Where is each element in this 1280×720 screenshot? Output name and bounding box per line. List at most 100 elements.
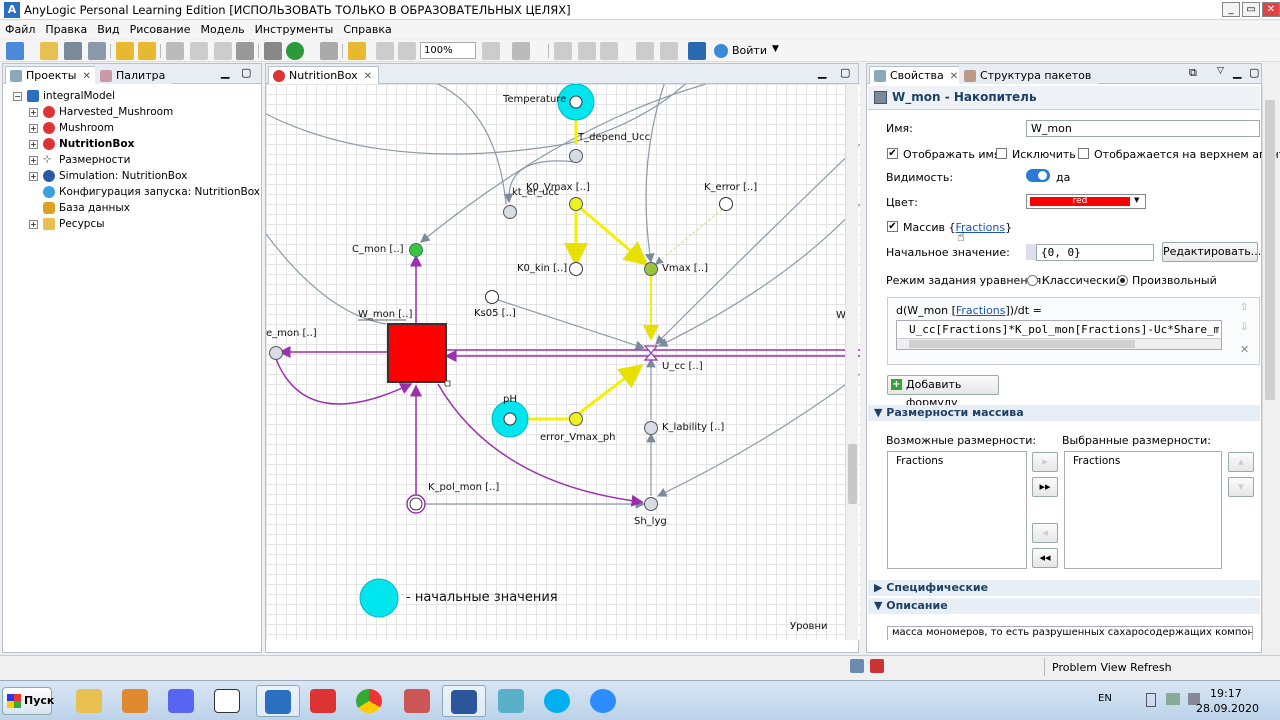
tree-item-database[interactable]: База данных	[3, 200, 243, 216]
minimize-view-icon[interactable]: ▁	[818, 66, 826, 79]
battery-icon[interactable]	[1146, 693, 1156, 707]
move-all-right-button[interactable]: ▸▸	[1032, 477, 1058, 497]
aux-c-mon[interactable]	[409, 243, 423, 257]
clock-date[interactable]: 28.09.2020	[1196, 702, 1259, 715]
dim-down-button[interactable]: ▾	[1228, 477, 1254, 497]
run-icon[interactable]	[286, 42, 304, 60]
aux-kt-er[interactable]	[503, 205, 517, 219]
network-icon[interactable]	[1166, 693, 1180, 705]
group-icon[interactable]	[600, 42, 618, 60]
array-checkbox[interactable]: ✔	[887, 221, 898, 232]
wand-icon[interactable]	[348, 42, 366, 60]
tab-palette[interactable]: Палитра	[95, 66, 173, 84]
app-icon[interactable]	[490, 685, 534, 717]
show-top-checkbox[interactable]	[1078, 148, 1089, 159]
align-icon[interactable]	[578, 42, 596, 60]
aux-sh-lyg[interactable]	[644, 497, 658, 511]
chosen-dims-list[interactable]: Fractions	[1064, 451, 1222, 569]
move-up-icon[interactable]: ⇧	[1240, 302, 1248, 313]
collapse-icon[interactable]: −	[13, 92, 22, 101]
aux-k-lability[interactable]	[644, 421, 658, 435]
open-folder-icon[interactable]	[40, 42, 58, 60]
minimize-button[interactable]: _	[1222, 2, 1240, 17]
classic-radio[interactable]	[1027, 275, 1038, 286]
cloud-icon[interactable]	[714, 44, 728, 58]
properties-vscrollbar[interactable]	[1262, 86, 1276, 640]
move-down-icon[interactable]: ⇩	[1240, 322, 1248, 333]
language-indicator[interactable]: EN	[1098, 693, 1112, 704]
move-all-left-button[interactable]: ◂◂	[1032, 548, 1058, 568]
menu-tools[interactable]: Инструменты	[250, 21, 339, 38]
minimize-view-icon[interactable]: ▁	[1233, 66, 1241, 79]
aux-error-vmax[interactable]	[569, 412, 583, 426]
param-k-error[interactable]	[719, 197, 733, 211]
stop-icon[interactable]	[320, 42, 338, 60]
tree-item-harvested[interactable]: + Harvested_Mushroom	[3, 104, 243, 120]
flow-valve[interactable]	[643, 345, 659, 361]
tree-item-dimensions[interactable]: + ⊹ Размерности	[3, 152, 243, 168]
expand-icon[interactable]: +	[29, 140, 38, 149]
new-model-icon[interactable]	[6, 42, 24, 60]
possible-dims-list[interactable]: Fractions	[887, 451, 1027, 569]
menu-model[interactable]: Модель	[195, 21, 249, 38]
expand-icon[interactable]: +	[29, 172, 38, 181]
add-formula-button[interactable]: + Добавить формулу	[887, 375, 999, 409]
tree-item-mushroom[interactable]: + Mushroom	[3, 120, 243, 136]
section-description[interactable]: ▼ Описание	[868, 598, 1260, 614]
formula-text[interactable]: U_cc[Fractions]*K_pol_mon[Fractions]-Uc*…	[909, 323, 1219, 336]
word-icon[interactable]	[442, 685, 486, 717]
scroll-thumb[interactable]	[848, 444, 857, 504]
remove-icon[interactable]: ✕	[1240, 343, 1249, 356]
zoom-out-icon[interactable]	[398, 42, 416, 60]
ungroup-icon[interactable]	[660, 42, 678, 60]
levels-label[interactable]: Уровни	[790, 621, 828, 632]
tree-item-nutritionbox[interactable]: + NutritionBox	[3, 136, 243, 152]
custom-radio[interactable]	[1117, 275, 1128, 286]
login-button[interactable]: Войти	[732, 44, 767, 57]
list-item[interactable]: Fractions	[1073, 455, 1120, 467]
zoom-fit-icon[interactable]	[376, 42, 394, 60]
save-all-icon[interactable]	[88, 42, 106, 60]
menu-view[interactable]: Вид	[92, 21, 124, 38]
formula-editor[interactable]: U_cc[Fractions]*K_pol_mon[Fractions]-Uc*…	[896, 320, 1222, 350]
move-left-button[interactable]: ◂	[1032, 523, 1058, 543]
pan-icon[interactable]	[512, 42, 530, 60]
expand-icon[interactable]: +	[29, 124, 38, 133]
menu-draw[interactable]: Рисование	[125, 21, 196, 38]
grid-icon[interactable]	[554, 42, 572, 60]
list-item[interactable]: Fractions	[896, 455, 943, 467]
snipping-icon[interactable]	[396, 685, 440, 717]
redo-icon[interactable]	[138, 42, 156, 60]
console-icon[interactable]	[850, 659, 864, 673]
tab-packages[interactable]: Структура пакетов	[959, 66, 1099, 84]
explorer-icon[interactable]	[68, 685, 112, 717]
close-icon[interactable]: ✕	[83, 71, 91, 82]
show-name-checkbox[interactable]: ✔	[887, 148, 898, 159]
chrome-icon[interactable]	[348, 685, 392, 717]
tree-item-run-config[interactable]: Конфигурация запуска: NutritionBox	[3, 184, 260, 200]
aux-vmax[interactable]	[644, 262, 658, 276]
param-k0-kin[interactable]	[569, 262, 583, 276]
name-field[interactable]: W_mon	[1026, 120, 1260, 137]
tab-properties[interactable]: Свойства ✕	[869, 66, 966, 84]
stock-w-mon[interactable]	[387, 323, 447, 383]
aux-t-depend[interactable]	[569, 149, 583, 163]
formula-hscrollbar[interactable]	[897, 338, 1221, 349]
tree-item-simulation[interactable]: + Simulation: NutritionBox	[3, 168, 243, 184]
skype-icon[interactable]	[536, 685, 580, 717]
maximize-view-icon[interactable]: ▢	[840, 66, 850, 79]
build-icon[interactable]	[264, 42, 282, 60]
chevron-down-icon[interactable]: ▼	[772, 44, 779, 54]
minimize-view-icon[interactable]: ▁	[221, 66, 229, 79]
formula-link[interactable]: Fractions	[956, 304, 1006, 317]
linkedin-icon[interactable]	[688, 42, 706, 60]
maximize-view-icon[interactable]: ▢	[241, 66, 251, 79]
tab-projects[interactable]: Проекты ✕	[5, 66, 98, 84]
zoom-select[interactable]: 100%	[420, 42, 476, 59]
tree-item-resources[interactable]: + Ресурсы	[3, 216, 243, 232]
view-menu-icon[interactable]: ▽	[1217, 66, 1224, 76]
param-k0-vmax[interactable]	[569, 197, 583, 211]
delete-icon[interactable]	[236, 42, 254, 60]
problems-icon[interactable]	[870, 659, 884, 673]
maximize-view-icon[interactable]: ▢	[1249, 66, 1259, 79]
